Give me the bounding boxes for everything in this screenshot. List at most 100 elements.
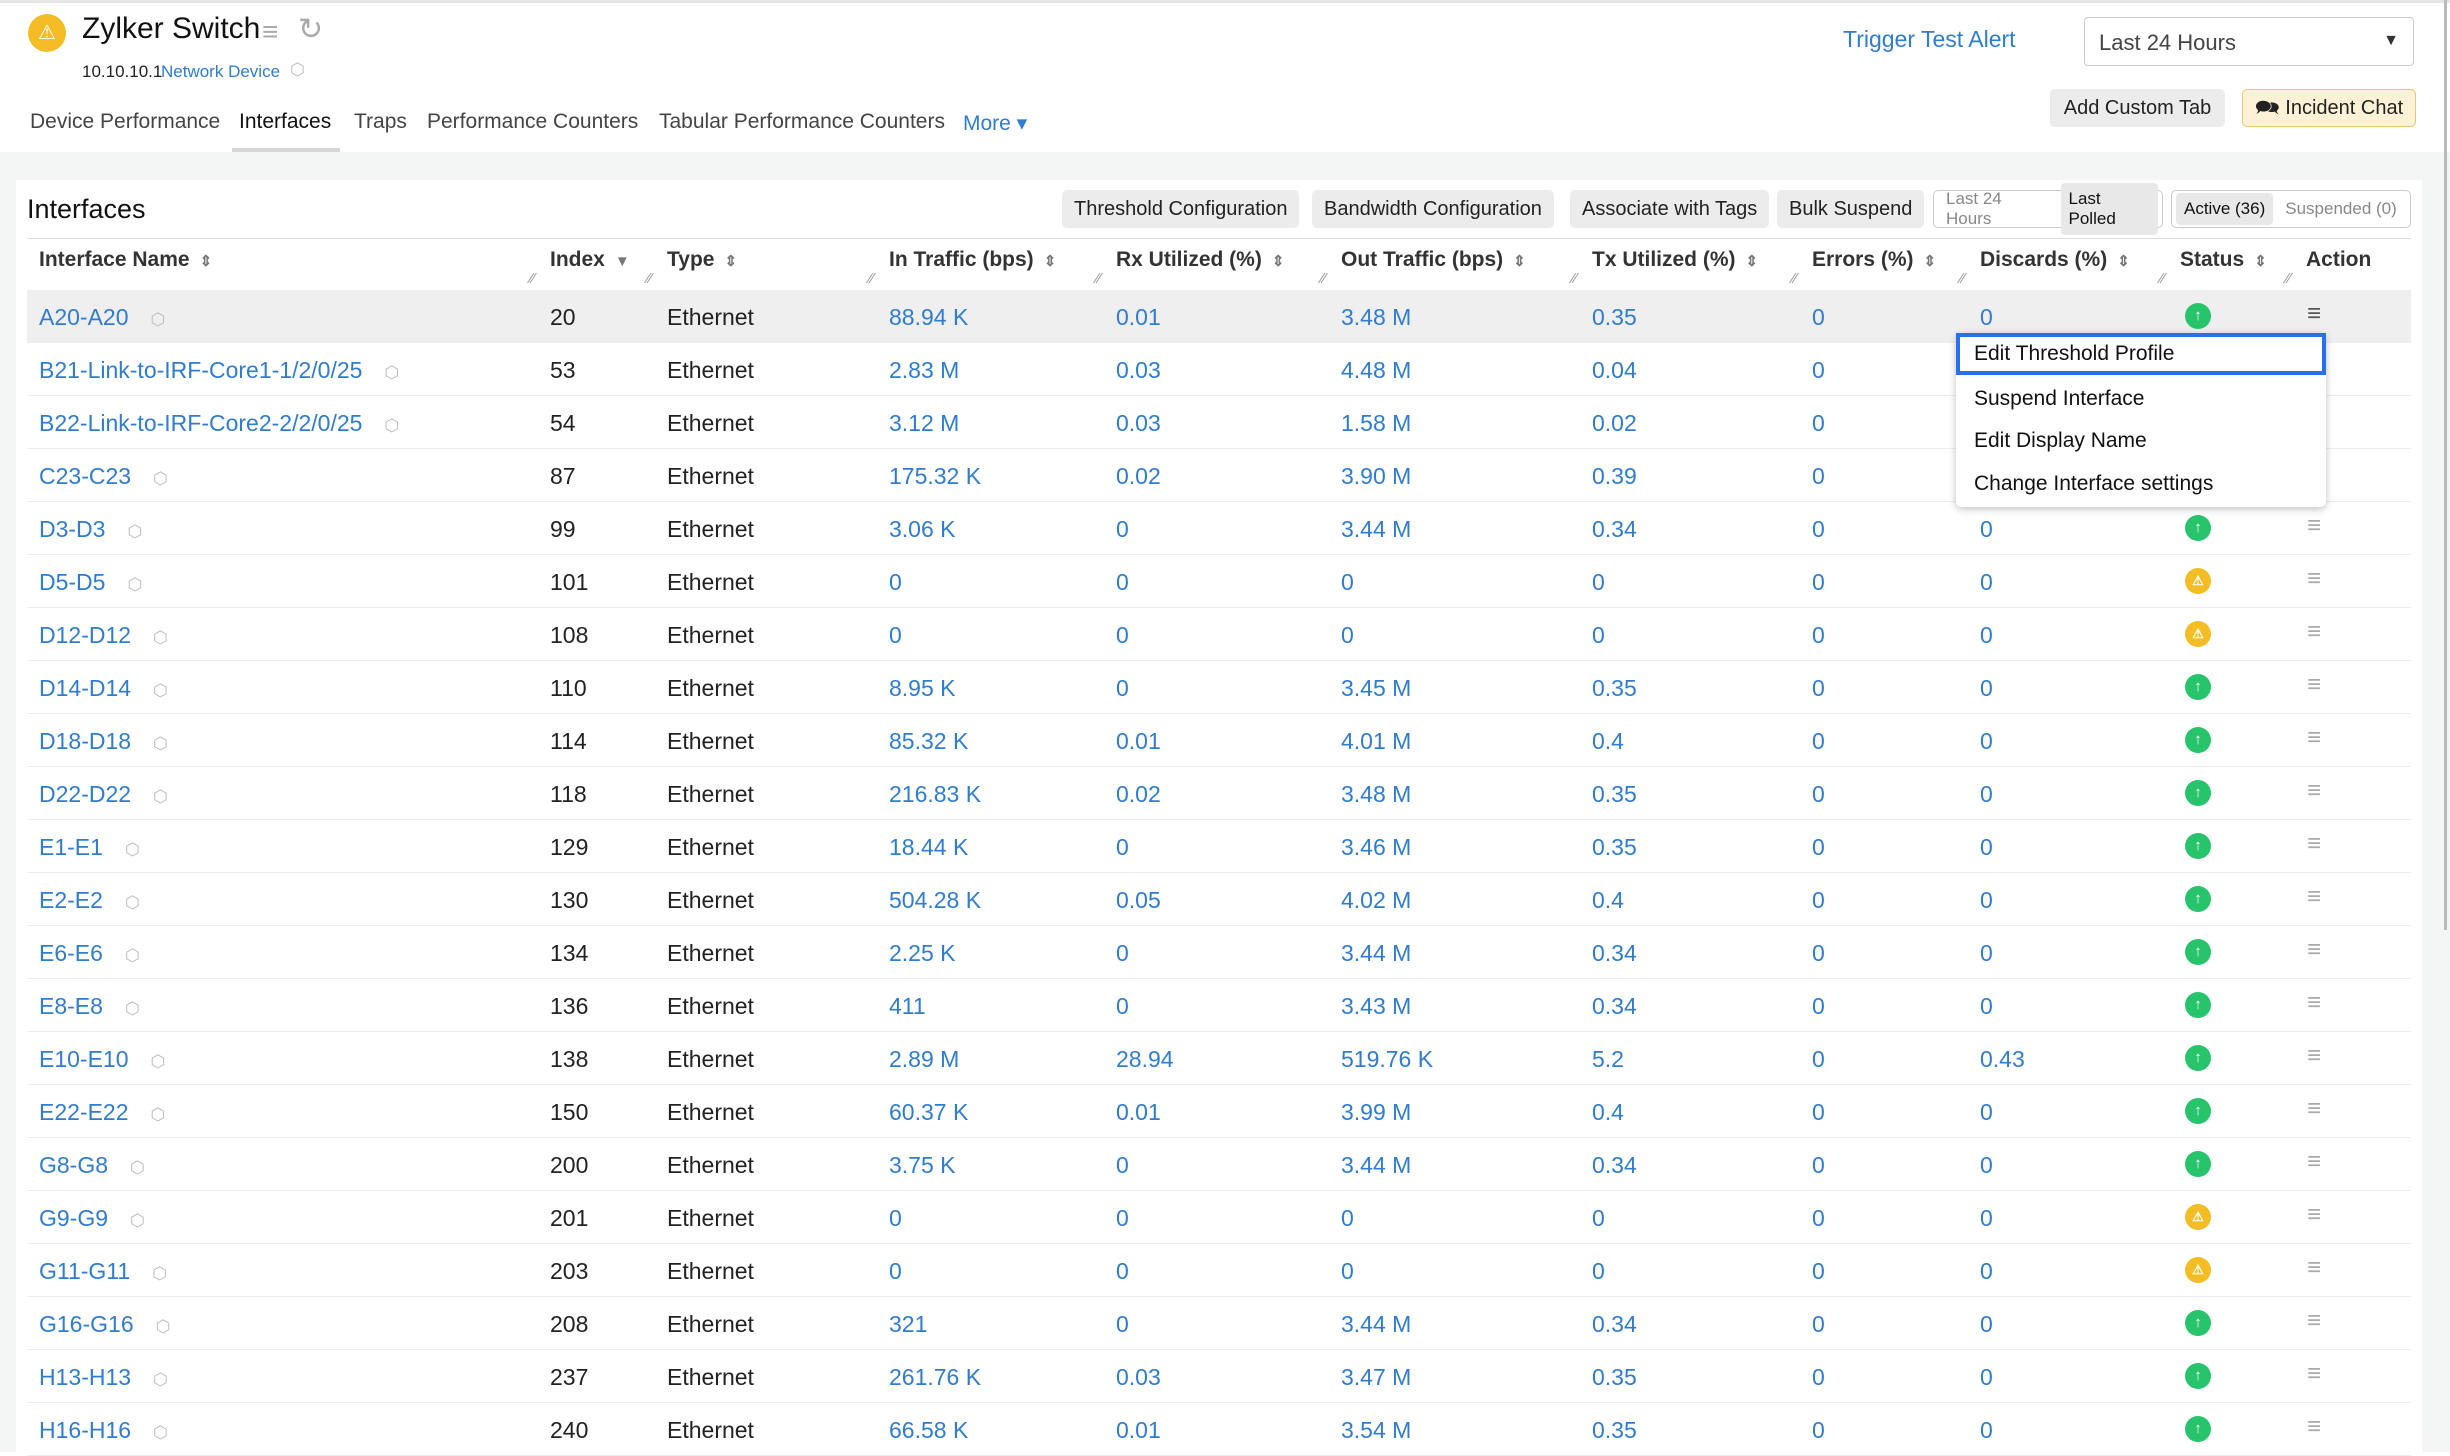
- errors[interactable]: 0: [1812, 940, 1825, 967]
- discards[interactable]: 0: [1980, 1364, 1993, 1391]
- column-header[interactable]: Errors (%) ⇕: [1812, 248, 1936, 272]
- interface-name-link[interactable]: E10-E10 ⬡: [39, 1046, 165, 1073]
- discards[interactable]: 0: [1980, 516, 1993, 543]
- out-traffic[interactable]: 3.44 M: [1341, 1311, 1411, 1338]
- sort-icon[interactable]: ⇕: [1513, 253, 1526, 270]
- in-traffic[interactable]: 504.28 K: [889, 887, 981, 914]
- rx-utilized[interactable]: 0.05: [1116, 887, 1161, 914]
- action-menu-icon[interactable]: ≡: [2307, 1042, 2321, 1070]
- out-traffic[interactable]: 3.54 M: [1341, 1417, 1411, 1444]
- action-menu-icon[interactable]: ≡: [2307, 512, 2321, 540]
- action-menu-icon[interactable]: ≡: [2307, 1413, 2321, 1441]
- table-row[interactable]: E10-E10 ⬡ 138 Ethernet 2.89 M 28.94 519.76 K 5.…: [27, 1032, 2411, 1085]
- tx-utilized[interactable]: 0.35: [1592, 675, 1637, 702]
- sort-icon[interactable]: ⇕: [1924, 253, 1937, 270]
- rx-utilized[interactable]: 0: [1116, 622, 1129, 649]
- discards[interactable]: 0: [1980, 1099, 1993, 1126]
- column-resize-handle[interactable]: ⁄⁄: [869, 270, 874, 287]
- refresh-icon[interactable]: ↻: [298, 12, 323, 47]
- column-resize-handle[interactable]: ⁄⁄: [1321, 270, 1326, 287]
- tx-utilized[interactable]: 0.02: [1592, 410, 1637, 437]
- tag-icon[interactable]: ⬡: [130, 1158, 145, 1177]
- errors[interactable]: 0: [1812, 1046, 1825, 1073]
- errors[interactable]: 0: [1812, 1364, 1825, 1391]
- out-traffic[interactable]: 519.76 K: [1341, 1046, 1433, 1073]
- column-header[interactable]: Out Traffic (bps) ⇕: [1341, 248, 1526, 272]
- table-row[interactable]: H16-H16 ⬡ 240 Ethernet 66.58 K 0.01 3.54 M 0.35…: [27, 1403, 2411, 1456]
- discards[interactable]: 0.43: [1980, 1046, 2025, 1073]
- errors[interactable]: 0: [1812, 1099, 1825, 1126]
- sort-icon[interactable]: ⇕: [1044, 253, 1057, 270]
- action-menu-icon[interactable]: ≡: [2307, 1307, 2321, 1335]
- action-menu-icon[interactable]: ≡: [2307, 777, 2321, 805]
- action-menu-icon[interactable]: ≡: [2307, 883, 2321, 911]
- column-header[interactable]: Rx Utilized (%) ⇕: [1116, 248, 1284, 272]
- interface-name-link[interactable]: D22-D22 ⬡: [39, 781, 168, 808]
- threshold-configuration-button[interactable]: Threshold Configuration: [1062, 190, 1300, 228]
- rx-utilized[interactable]: 0.03: [1116, 357, 1161, 384]
- scrollbar[interactable]: [2444, 0, 2447, 930]
- tx-utilized[interactable]: 0.35: [1592, 304, 1637, 331]
- bandwidth-configuration-button[interactable]: Bandwidth Configuration: [1312, 190, 1554, 228]
- rx-utilized[interactable]: 0.01: [1116, 304, 1161, 331]
- discards[interactable]: 0: [1980, 304, 1993, 331]
- column-header[interactable]: Interface Name ⇕: [39, 248, 212, 272]
- tag-icon[interactable]: ⬡: [125, 893, 140, 912]
- table-row[interactable]: D14-D14 ⬡ 110 Ethernet 8.95 K 0 3.45 M 0.35 0 0 ↑ ≡: [27, 661, 2411, 714]
- tag-icon[interactable]: ⬡: [152, 1264, 167, 1283]
- tag-icon[interactable]: ⬡: [153, 469, 168, 488]
- tag-icon[interactable]: ⬡: [153, 787, 168, 806]
- rx-utilized[interactable]: 0: [1116, 569, 1129, 596]
- action-menu-icon[interactable]: ≡: [2307, 1254, 2321, 1282]
- table-row[interactable]: H13-H13 ⬡ 237 Ethernet 261.76 K 0.03 3.47 M 0.3…: [27, 1350, 2411, 1403]
- errors[interactable]: 0: [1812, 304, 1825, 331]
- discards[interactable]: 0: [1980, 1258, 1993, 1285]
- in-traffic[interactable]: 2.25 K: [889, 940, 956, 967]
- out-traffic[interactable]: 3.44 M: [1341, 940, 1411, 967]
- tag-icon[interactable]: ⬡: [125, 946, 140, 965]
- errors[interactable]: 0: [1812, 728, 1825, 755]
- in-traffic[interactable]: 411: [889, 993, 926, 1020]
- interface-name-link[interactable]: B21-Link-to-IRF-Core1-1/2/0/25 ⬡: [39, 357, 399, 384]
- tx-utilized[interactable]: 0.34: [1592, 993, 1637, 1020]
- sort-icon[interactable]: ⇕: [200, 253, 213, 270]
- tx-utilized[interactable]: 0.04: [1592, 357, 1637, 384]
- tx-utilized[interactable]: 0.35: [1592, 834, 1637, 861]
- rx-utilized[interactable]: 0: [1116, 1258, 1129, 1285]
- column-header[interactable]: Tx Utilized (%) ⇕: [1592, 248, 1758, 272]
- out-traffic[interactable]: 3.48 M: [1341, 781, 1411, 808]
- tx-utilized[interactable]: 0.4: [1592, 1099, 1624, 1126]
- action-menu-icon[interactable]: ≡: [2307, 1095, 2321, 1123]
- table-row[interactable]: E2-E2 ⬡ 130 Ethernet 504.28 K 0.05 4.02 M 0.4 0 0…: [27, 873, 2411, 926]
- column-header[interactable]: Type ⇕: [667, 248, 737, 272]
- interface-name-link[interactable]: G11-G11 ⬡: [39, 1258, 167, 1285]
- column-resize-handle[interactable]: ⁄⁄: [530, 270, 535, 287]
- rx-utilized[interactable]: 0.01: [1116, 1099, 1161, 1126]
- state-suspended[interactable]: Suspended (0): [2277, 193, 2405, 225]
- rx-utilized[interactable]: 0: [1116, 675, 1129, 702]
- table-row[interactable]: G11-G11 ⬡ 203 Ethernet 0 0 0 0 0 0 ⚠ ≡: [27, 1244, 2411, 1297]
- in-traffic[interactable]: 0: [889, 1258, 902, 1285]
- tx-utilized[interactable]: 5.2: [1592, 1046, 1624, 1073]
- in-traffic[interactable]: 60.37 K: [889, 1099, 968, 1126]
- tag-icon[interactable]: ⬡: [151, 1105, 166, 1124]
- interface-name-link[interactable]: E1-E1 ⬡: [39, 834, 140, 861]
- tab-device-performance[interactable]: Device Performance: [30, 110, 220, 134]
- interface-name-link[interactable]: E2-E2 ⬡: [39, 887, 140, 914]
- in-traffic[interactable]: 2.89 M: [889, 1046, 959, 1073]
- rx-utilized[interactable]: 28.94: [1116, 1046, 1174, 1073]
- in-traffic[interactable]: 3.75 K: [889, 1152, 956, 1179]
- tx-utilized[interactable]: 0.35: [1592, 1417, 1637, 1444]
- tx-utilized[interactable]: 0.35: [1592, 781, 1637, 808]
- tag-icon[interactable]: ⬡: [127, 575, 142, 594]
- out-traffic[interactable]: 1.58 M: [1341, 410, 1411, 437]
- table-row[interactable]: D12-D12 ⬡ 108 Ethernet 0 0 0 0 0 0 ⚠ ≡: [27, 608, 2411, 661]
- action-menu-icon[interactable]: ≡: [2307, 565, 2321, 593]
- errors[interactable]: 0: [1812, 1258, 1825, 1285]
- tx-utilized[interactable]: 0.4: [1592, 728, 1624, 755]
- interface-name-link[interactable]: D12-D12 ⬡: [39, 622, 168, 649]
- tag-icon[interactable]: ⬡: [153, 681, 168, 700]
- action-menu-icon[interactable]: ≡: [2307, 618, 2321, 646]
- action-menu-icon[interactable]: ≡: [2307, 1201, 2321, 1229]
- sort-icon[interactable]: ⇕: [2117, 253, 2130, 270]
